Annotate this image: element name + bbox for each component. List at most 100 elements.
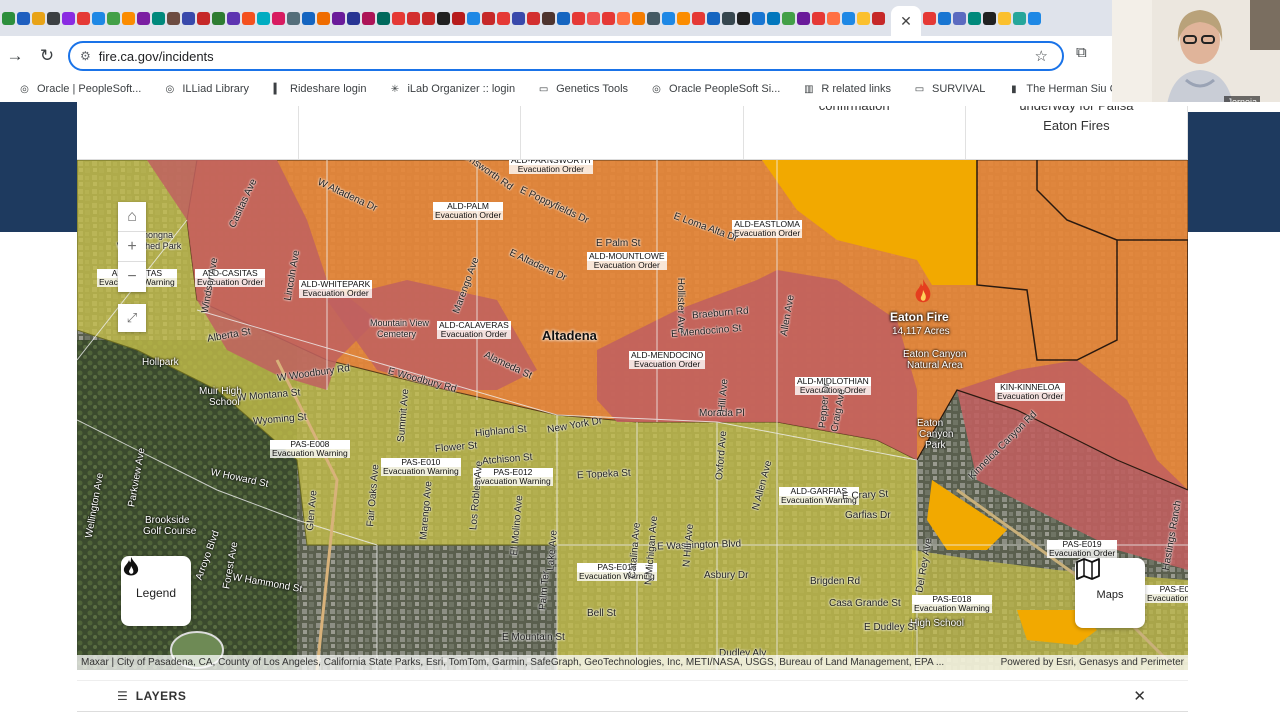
tab-favicon-icon[interactable] bbox=[998, 11, 1011, 25]
evacuation-zone-label[interactable]: PAS-E019 Evacuation Order bbox=[1047, 540, 1118, 558]
tab-favicon-icon[interactable] bbox=[752, 11, 765, 25]
tab-favicon-icon[interactable] bbox=[362, 11, 375, 25]
evacuation-zone-label[interactable]: KIN-KINNELOA Evacuation Order bbox=[995, 383, 1066, 401]
tab-favicon-icon[interactable] bbox=[842, 11, 855, 25]
incident-map[interactable]: Eaton Fire 14,117 Acres Altadena ALD-FAR… bbox=[77, 160, 1188, 670]
tab-favicon-icon[interactable] bbox=[677, 11, 690, 25]
tab-favicon-icon[interactable] bbox=[512, 11, 525, 25]
tab-favicon-icon[interactable] bbox=[182, 11, 195, 25]
tab-favicon-icon[interactable] bbox=[437, 11, 450, 25]
tab-favicon-icon[interactable] bbox=[302, 11, 315, 25]
tab-favicon-icon[interactable] bbox=[797, 11, 810, 25]
bookmark-star-icon[interactable]: ☆ bbox=[1035, 47, 1048, 65]
home-icon[interactable]: ⌂ bbox=[118, 202, 146, 232]
tab-favicon-icon[interactable] bbox=[527, 11, 540, 25]
address-bar[interactable]: ⚙ fire.ca.gov/incidents ☆ bbox=[68, 41, 1064, 71]
tab-favicon-icon[interactable] bbox=[452, 11, 465, 25]
tab-favicon-icon[interactable] bbox=[242, 11, 255, 25]
evacuation-zone-label[interactable]: ALD-EASTLOMA Evacuation Order bbox=[732, 220, 803, 238]
fullscreen-icon[interactable]: ⤢ bbox=[118, 304, 146, 332]
tab-favicon-icon[interactable] bbox=[17, 11, 30, 25]
tab-favicon-icon[interactable] bbox=[587, 11, 600, 25]
bookmark-item[interactable]: ▍ Rideshare login bbox=[271, 83, 367, 96]
tab-favicon-icon[interactable] bbox=[62, 11, 75, 25]
tab-favicon-icon[interactable] bbox=[647, 11, 660, 25]
fire-icon[interactable] bbox=[912, 278, 934, 306]
evacuation-zone-label[interactable]: ALD-MOUNTLOWE Evacuation Order bbox=[587, 252, 667, 270]
tab-favicon-icon[interactable] bbox=[407, 11, 420, 25]
url-text[interactable]: fire.ca.gov/incidents bbox=[99, 49, 1035, 64]
evacuation-zone-label[interactable]: ALD-FARNSWORTH Evacuation Order bbox=[509, 160, 593, 174]
bookmark-item[interactable]: ◎ Oracle | PeopleSoft... bbox=[18, 83, 141, 96]
tab-favicon-icon[interactable] bbox=[287, 11, 300, 25]
tab-favicon-icon[interactable] bbox=[722, 11, 735, 25]
tab-favicon-icon[interactable] bbox=[767, 11, 780, 25]
tab-favicon-icon[interactable] bbox=[227, 11, 240, 25]
tab-favicon-icon[interactable] bbox=[137, 11, 150, 25]
tab-favicon-icon[interactable] bbox=[92, 11, 105, 25]
site-settings-icon[interactable]: ⚙ bbox=[80, 49, 91, 63]
evacuation-zone-label[interactable]: ALD-PALM Evacuation Order bbox=[433, 202, 504, 220]
tab-favicon-icon[interactable] bbox=[422, 11, 435, 25]
tab-favicon-icon[interactable] bbox=[392, 11, 405, 25]
evacuation-zone-label[interactable]: ALD-CALAVERAS Evacuation Order bbox=[437, 321, 511, 339]
tab-favicon-icon[interactable] bbox=[467, 11, 480, 25]
forward-arrow-icon[interactable]: → bbox=[0, 41, 30, 71]
tab-favicon-icon[interactable] bbox=[707, 11, 720, 25]
tab-favicon-icon[interactable] bbox=[737, 11, 750, 25]
evacuation-zone-label[interactable]: PAS-E010 Evacuation Warning bbox=[381, 458, 461, 476]
tab-favicon-icon[interactable] bbox=[968, 11, 981, 25]
tab-favicon-icon[interactable] bbox=[617, 11, 630, 25]
tab-favicon-icon[interactable] bbox=[32, 11, 45, 25]
tab-favicon-icon[interactable] bbox=[152, 11, 165, 25]
tab-favicon-icon[interactable] bbox=[47, 11, 60, 25]
bookmark-item[interactable]: ▭ Genetics Tools bbox=[537, 83, 628, 96]
bookmark-item[interactable]: ◎ ILLiad Library bbox=[163, 83, 249, 96]
tab-favicon-icon[interactable] bbox=[77, 11, 90, 25]
fire-name[interactable]: Eaton Fire bbox=[890, 310, 949, 324]
evacuation-zone-label[interactable]: ALD-MIDLOTHIAN Evacuation Order bbox=[795, 377, 871, 395]
tab-favicon-icon[interactable] bbox=[662, 11, 675, 25]
tab-favicon-icon[interactable] bbox=[212, 11, 225, 25]
evacuation-zone-label[interactable]: ALD-WHITEPARK Evacuation Order bbox=[299, 280, 373, 298]
close-icon[interactable]: ✕ bbox=[1133, 687, 1146, 705]
tab-favicon-icon[interactable] bbox=[317, 11, 330, 25]
tab-favicon-icon[interactable] bbox=[812, 11, 825, 25]
tab-favicon-icon[interactable] bbox=[953, 11, 966, 25]
tab-favicon-icon[interactable] bbox=[602, 11, 615, 25]
tab-favicon-icon[interactable] bbox=[257, 11, 270, 25]
evacuation-zone-label[interactable]: PAS-E022Evacuation Warn bbox=[1145, 585, 1188, 603]
tab-favicon-icon[interactable] bbox=[332, 11, 345, 25]
tab-favicon-icon[interactable] bbox=[1028, 11, 1041, 25]
evacuation-zone-label[interactable]: PAS-E008 Evacuation Warning bbox=[270, 440, 350, 458]
tab-favicon-icon[interactable] bbox=[197, 11, 210, 25]
bookmark-item[interactable]: ◎ Oracle PeopleSoft Si... bbox=[650, 83, 780, 96]
tab-favicon-icon[interactable] bbox=[632, 11, 645, 25]
reload-icon[interactable]: ↻ bbox=[32, 41, 62, 71]
bookmark-item[interactable]: ✳ iLab Organizer :: login bbox=[388, 83, 515, 96]
tab-favicon-icon[interactable] bbox=[347, 11, 360, 25]
tab-favicon-icon[interactable] bbox=[542, 11, 555, 25]
tab-favicon-icon[interactable] bbox=[1013, 11, 1026, 25]
tab-favicon-icon[interactable] bbox=[827, 11, 840, 25]
tab-favicon-icon[interactable] bbox=[2, 11, 15, 25]
layers-panel-header[interactable]: ☰ LAYERS ✕ bbox=[77, 680, 1188, 712]
zoom-out-button[interactable]: − bbox=[118, 262, 146, 292]
evacuation-zone-label[interactable]: PAS-E012 Evacuation Warning bbox=[473, 468, 553, 486]
active-tab[interactable]: ✕ bbox=[891, 6, 921, 36]
tab-favicon-icon[interactable] bbox=[107, 11, 120, 25]
tab-favicon-icon[interactable] bbox=[482, 11, 495, 25]
tab-favicon-icon[interactable] bbox=[692, 11, 705, 25]
attribution-powered-by[interactable]: Powered by Esri, Genasys and Perimeter bbox=[1001, 657, 1184, 668]
evacuation-zone-label[interactable]: ALD-MENDOCINO Evacuation Order bbox=[629, 351, 706, 369]
tab-close-icon[interactable]: ✕ bbox=[900, 13, 912, 30]
zoom-in-button[interactable]: + bbox=[118, 232, 146, 262]
maps-button[interactable]: Maps bbox=[1075, 558, 1145, 628]
tab-favicon-icon[interactable] bbox=[377, 11, 390, 25]
extensions-icon[interactable]: ⧉ bbox=[1076, 44, 1087, 61]
tab-favicon-icon[interactable] bbox=[938, 11, 951, 25]
tab-favicon-icon[interactable] bbox=[782, 11, 795, 25]
tab-favicon-icon[interactable] bbox=[872, 11, 885, 25]
tab-favicon-icon[interactable] bbox=[497, 11, 510, 25]
tab-favicon-icon[interactable] bbox=[167, 11, 180, 25]
